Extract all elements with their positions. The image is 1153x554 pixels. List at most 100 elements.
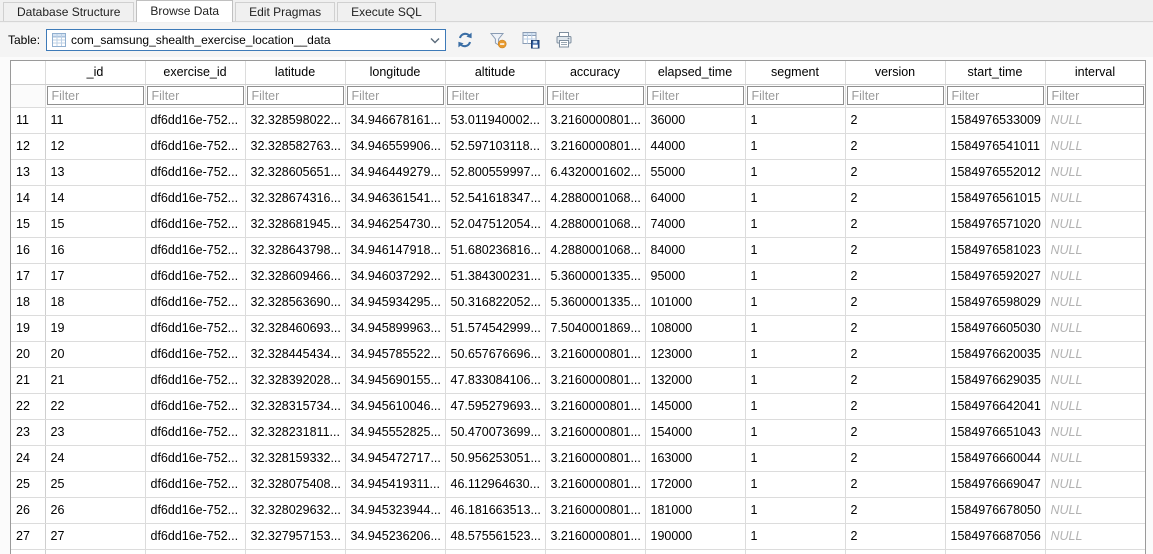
- cell-longitude[interactable]: 34.946361541...: [345, 185, 446, 212]
- cell-accuracy[interactable]: 3.2160000801...: [545, 393, 646, 420]
- row-number[interactable]: 25: [11, 471, 46, 498]
- row-number[interactable]: 15: [11, 211, 46, 238]
- cell-altitude[interactable]: 52.597103118...: [445, 133, 546, 160]
- cell-longitude[interactable]: 34.945236206...: [345, 523, 446, 550]
- cell-accuracy[interactable]: 3.2160000801...: [545, 341, 646, 368]
- cell-version[interactable]: 2: [845, 315, 946, 342]
- cell-latitude[interactable]: 32.328674316...: [245, 185, 346, 212]
- filter-input-exercise_id[interactable]: [146, 86, 244, 105]
- tab-database-structure[interactable]: Database Structure: [3, 2, 135, 21]
- column-header-exercise_id[interactable]: exercise_id: [145, 61, 246, 85]
- cell-interval[interactable]: NULL: [1045, 237, 1145, 264]
- row-number[interactable]: 27: [11, 523, 46, 550]
- cell-elapsed_time[interactable]: 154000: [645, 419, 746, 446]
- cell-start_time[interactable]: 1584976605030: [945, 315, 1046, 342]
- cell-version[interactable]: 2: [845, 393, 946, 420]
- cell-longitude[interactable]: 34.946147918...: [345, 237, 446, 264]
- cell-segment[interactable]: 1: [745, 523, 846, 550]
- cell-accuracy[interactable]: 7.5040001869...: [545, 315, 646, 342]
- column-header-segment[interactable]: segment: [745, 61, 846, 85]
- row-number[interactable]: 17: [11, 263, 46, 290]
- filter-input-altitude[interactable]: [446, 86, 544, 105]
- cell-longitude[interactable]: 34.946678161...: [345, 107, 446, 134]
- tab-browse-data[interactable]: Browse Data: [136, 0, 234, 22]
- cell-_id[interactable]: 12: [45, 133, 146, 160]
- row-number[interactable]: 26: [11, 497, 46, 524]
- cell-_id[interactable]: 11: [45, 107, 146, 134]
- cell-segment[interactable]: 1: [745, 159, 846, 186]
- cell-_id[interactable]: 19: [45, 315, 146, 342]
- cell-longitude[interactable]: 34.945419311...: [345, 471, 446, 498]
- cell-latitude[interactable]: 32.328598022...: [245, 107, 346, 134]
- row-number[interactable]: 11: [11, 107, 46, 134]
- filter-input-version[interactable]: [846, 86, 944, 105]
- cell-latitude[interactable]: 32.328445434...: [245, 341, 346, 368]
- cell-segment[interactable]: 1: [745, 185, 846, 212]
- filter-input-latitude[interactable]: [246, 86, 344, 105]
- cell-altitude[interactable]: 50.470073699...: [445, 419, 546, 446]
- cell-segment[interactable]: 1: [745, 315, 846, 342]
- table-select[interactable]: com_samsung_shealth_exercise_location__d…: [46, 29, 447, 51]
- cell-start_time[interactable]: 1584976552012: [945, 159, 1046, 186]
- filter-input-interval[interactable]: [1046, 86, 1144, 105]
- filter-input-_id[interactable]: [46, 86, 144, 105]
- cell-latitude[interactable]: 32.328605651...: [245, 159, 346, 186]
- cell-longitude[interactable]: 34.945472717...: [345, 445, 446, 472]
- cell-longitude[interactable]: 34.946037292...: [345, 263, 446, 290]
- cell-version[interactable]: 2: [845, 367, 946, 394]
- filter-input-accuracy[interactable]: [546, 86, 644, 105]
- cell-segment[interactable]: 1: [745, 471, 846, 498]
- cell-_id[interactable]: 16: [45, 237, 146, 264]
- cell-latitude[interactable]: 32.328582763...: [245, 133, 346, 160]
- cell-latitude[interactable]: 32.328609466...: [245, 263, 346, 290]
- cell-version[interactable]: 2: [845, 341, 946, 368]
- cell-elapsed_time[interactable]: 84000: [645, 237, 746, 264]
- cell-elapsed_time[interactable]: 190000: [645, 523, 746, 550]
- row-number[interactable]: 24: [11, 445, 46, 472]
- cell-interval[interactable]: NULL: [1045, 341, 1145, 368]
- filter-input-longitude[interactable]: [346, 86, 444, 105]
- cell-accuracy[interactable]: 3.2160000801...: [545, 419, 646, 446]
- cell-accuracy[interactable]: 5.3600001335...: [545, 263, 646, 290]
- cell-longitude[interactable]: 34.945552825...: [345, 419, 446, 446]
- cell-interval[interactable]: NULL: [1045, 367, 1145, 394]
- cell-elapsed_time[interactable]: 101000: [645, 289, 746, 316]
- cell-exercise_id[interactable]: df6dd16e-752...: [145, 393, 246, 420]
- row-number[interactable]: 23: [11, 419, 46, 446]
- cell-elapsed_time[interactable]: 44000: [645, 133, 746, 160]
- cell-exercise_id[interactable]: df6dd16e-752...: [145, 315, 246, 342]
- clear-filters-button[interactable]: [484, 28, 512, 52]
- cell-latitude[interactable]: 32.328315734...: [245, 393, 346, 420]
- cell-_id[interactable]: 22: [45, 393, 146, 420]
- cell-latitude[interactable]: 32.328159332...: [245, 445, 346, 472]
- filter-input-elapsed_time[interactable]: [646, 86, 744, 105]
- cell-latitude[interactable]: 32.328029632...: [245, 497, 346, 524]
- cell-segment[interactable]: 1: [745, 289, 846, 316]
- cell-altitude[interactable]: 52.541618347...: [445, 185, 546, 212]
- row-number[interactable]: 16: [11, 237, 46, 264]
- cell-_id[interactable]: 13: [45, 159, 146, 186]
- cell-accuracy[interactable]: 3.2160000801...: [545, 497, 646, 524]
- cell-latitude[interactable]: 32.328231811...: [245, 419, 346, 446]
- cell-elapsed_time[interactable]: 95000: [645, 263, 746, 290]
- cell-altitude[interactable]: 50.657676696...: [445, 341, 546, 368]
- cell-altitude[interactable]: 53.011940002...: [445, 107, 546, 134]
- cell-elapsed_time[interactable]: 36000: [645, 107, 746, 134]
- cell-accuracy[interactable]: 3.2160000801...: [545, 523, 646, 550]
- cell-elapsed_time[interactable]: 181000: [645, 497, 746, 524]
- cell-version[interactable]: 2: [845, 185, 946, 212]
- cell-elapsed_time[interactable]: 123000: [645, 341, 746, 368]
- cell-accuracy[interactable]: 3.2160000801...: [545, 471, 646, 498]
- cell-altitude[interactable]: 51.384300231...: [445, 263, 546, 290]
- cell-version[interactable]: 2: [845, 211, 946, 238]
- cell-_id[interactable]: 18: [45, 289, 146, 316]
- cell-accuracy[interactable]: 4.2880001068...: [545, 185, 646, 212]
- column-header-start_time[interactable]: start_time: [945, 61, 1046, 85]
- cell-elapsed_time[interactable]: 64000: [645, 185, 746, 212]
- cell-segment[interactable]: 1: [745, 497, 846, 524]
- cell-altitude[interactable]: 46.112964630...: [445, 471, 546, 498]
- cell-version[interactable]: 2: [845, 263, 946, 290]
- cell-_id[interactable]: 25: [45, 471, 146, 498]
- cell-start_time[interactable]: 1584976642041: [945, 393, 1046, 420]
- cell-_id[interactable]: 15: [45, 211, 146, 238]
